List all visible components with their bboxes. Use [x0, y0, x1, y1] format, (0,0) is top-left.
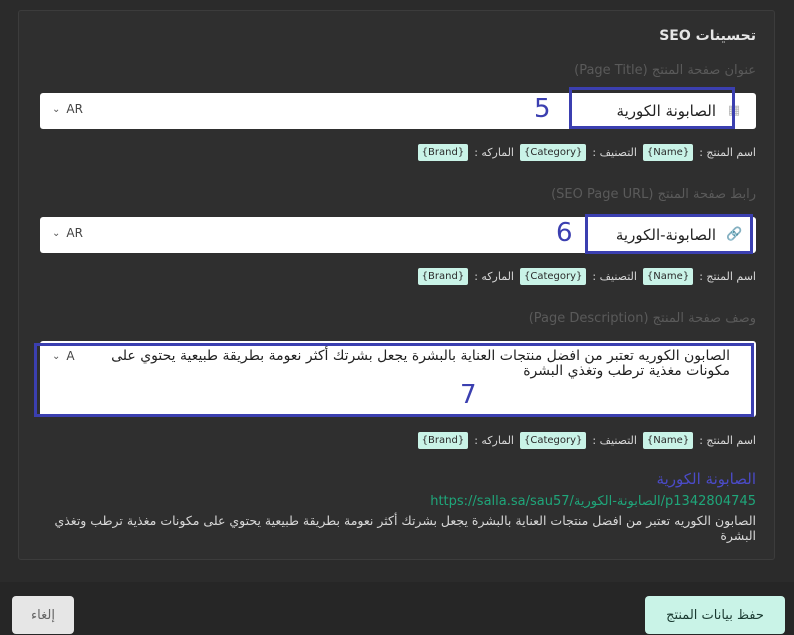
product-name-label: اسم المنتج : — [699, 146, 756, 159]
highlight-box-5 — [569, 87, 735, 129]
page-description-label: وصف صفحة المنتج (Page Description) — [528, 311, 756, 326]
lang-label: AR — [66, 226, 83, 240]
category-tag[interactable]: {Category} — [519, 144, 587, 161]
chevron-down-icon: ⌄ — [52, 227, 61, 239]
page-title-tags: اسم المنتج : {Name} التصنيف : {Category}… — [417, 144, 756, 161]
brand-label: الماركه : — [474, 270, 514, 283]
name-tag[interactable]: {Name} — [642, 432, 694, 449]
callout-6: 6 — [556, 218, 573, 248]
brand-tag[interactable]: {Brand} — [417, 432, 469, 449]
page-url-label: رابط صفحة المنتج (SEO Page URL) — [551, 187, 756, 202]
section-title: تحسينات SEO — [659, 28, 756, 44]
brand-label: الماركه : — [474, 146, 514, 159]
product-name-label: اسم المنتج : — [699, 270, 756, 283]
highlight-box-7 — [34, 343, 754, 417]
seo-preview-description: الصابون الكوريه تعتبر من افضل منتجات الع… — [54, 513, 756, 543]
category-tag[interactable]: {Category} — [519, 268, 587, 285]
page-title-label: عنوان صفحة المنتج (Page Title) — [574, 63, 756, 78]
callout-7: 7 — [460, 380, 477, 410]
product-name-label: اسم المنتج : — [699, 434, 756, 447]
highlight-box-6 — [585, 214, 753, 254]
name-tag[interactable]: {Name} — [642, 268, 694, 285]
cancel-button[interactable]: إلغاء — [12, 596, 74, 634]
category-label: التصنيف : — [592, 270, 637, 283]
chevron-down-icon: ⌄ — [52, 103, 61, 115]
page-url-tags: اسم المنتج : {Name} التصنيف : {Category}… — [417, 268, 756, 285]
brand-label: الماركه : — [474, 434, 514, 447]
callout-5: 5 — [534, 94, 551, 124]
category-tag[interactable]: {Category} — [519, 432, 587, 449]
brand-tag[interactable]: {Brand} — [417, 268, 469, 285]
seo-preview-url: https://salla.sa/sau57/الصابونة-الكورية/… — [430, 494, 756, 509]
seo-preview-title: الصابونة الكورية — [656, 470, 756, 488]
page-description-tags: اسم المنتج : {Name} التصنيف : {Category}… — [417, 432, 756, 449]
page-url-lang-select[interactable]: ⌄ AR — [52, 226, 83, 240]
page-title-lang-select[interactable]: ⌄ AR — [52, 102, 83, 116]
category-label: التصنيف : — [592, 434, 637, 447]
name-tag[interactable]: {Name} — [642, 144, 694, 161]
lang-label: AR — [66, 102, 83, 116]
category-label: التصنيف : — [592, 146, 637, 159]
save-product-button[interactable]: حفظ بيانات المنتج — [645, 596, 785, 634]
brand-tag[interactable]: {Brand} — [417, 144, 469, 161]
